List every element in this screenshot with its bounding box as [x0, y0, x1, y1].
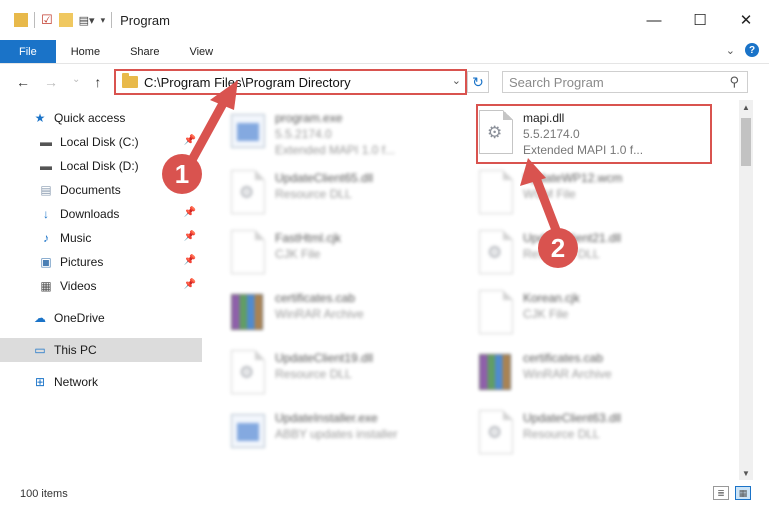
arrow-1-head: [210, 80, 238, 110]
step-1-callout: 1: [162, 154, 202, 194]
annotation-arrows: [187, 80, 561, 235]
arrow-1-line: [187, 93, 231, 165]
arrow-2-line: [531, 173, 561, 235]
step-2-callout: 2: [538, 228, 578, 268]
